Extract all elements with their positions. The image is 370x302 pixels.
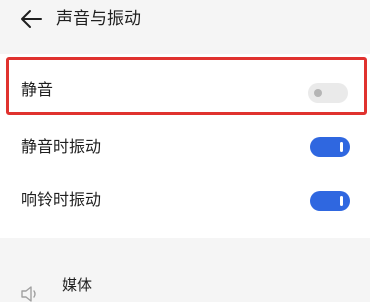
media-label: 媒体 bbox=[62, 276, 93, 294]
page-title: 声音与振动 bbox=[56, 9, 141, 29]
vibrate-on-mute-toggle[interactable] bbox=[310, 137, 350, 157]
setting-label-vibrate-on-mute: 静音时振动 bbox=[21, 137, 102, 156]
vibrate-on-ring-toggle[interactable] bbox=[310, 191, 350, 211]
setting-row-vibrate-on-ring[interactable]: 响铃时振动 bbox=[0, 180, 370, 220]
arrow-left-icon[interactable] bbox=[20, 9, 42, 29]
media-section bbox=[0, 238, 370, 300]
toggle-knob bbox=[340, 142, 343, 152]
header-bar: 声音与振动 bbox=[0, 0, 370, 38]
setting-label-vibrate-on-ring: 响铃时振动 bbox=[21, 190, 102, 209]
setting-row-vibrate-on-mute[interactable]: 静音时振动 bbox=[0, 127, 370, 167]
toggle-knob bbox=[340, 196, 343, 206]
highlight-box bbox=[6, 57, 367, 115]
